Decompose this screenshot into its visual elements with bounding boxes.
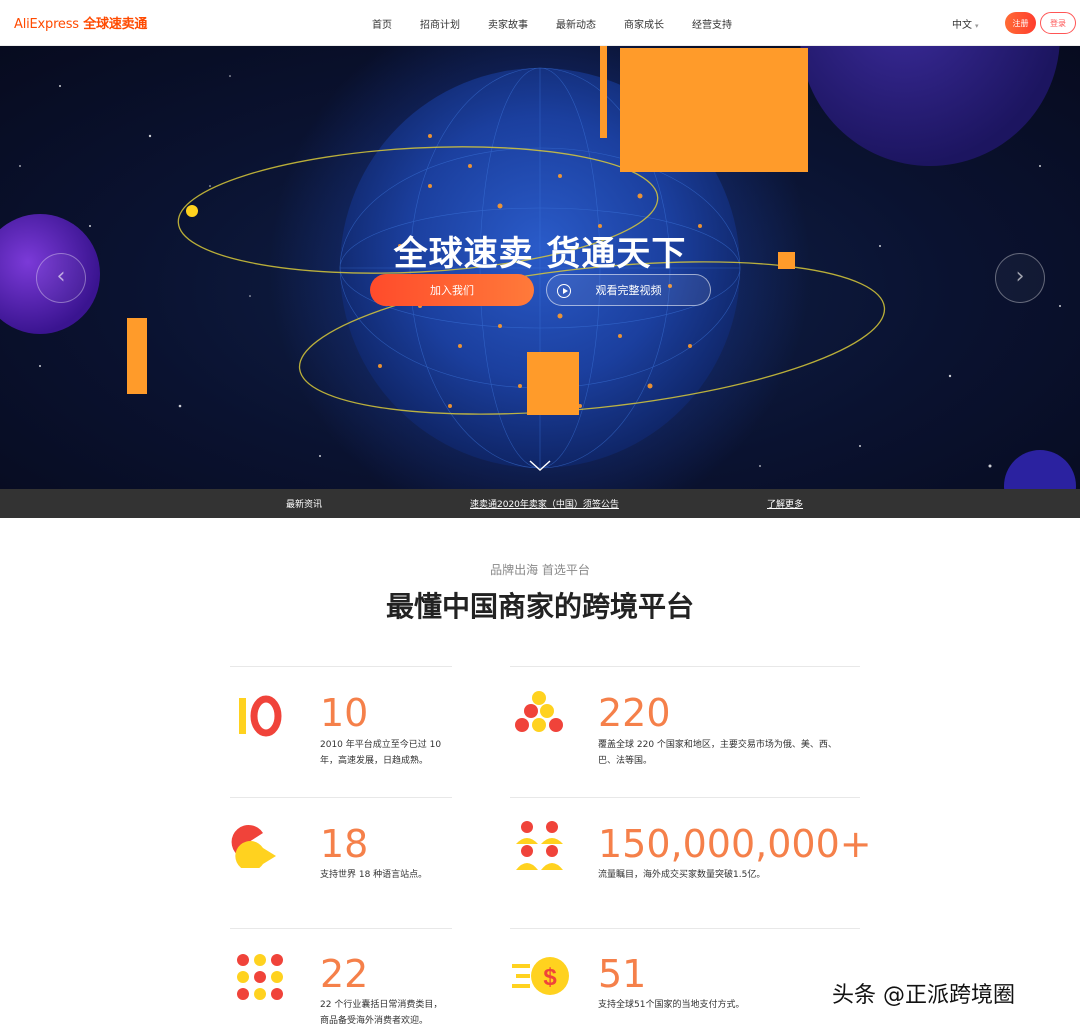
- hero-title: 全球速卖 货通天下: [393, 234, 687, 274]
- stat-description: 支持全球51个国家的当地支付方式。: [598, 1000, 745, 1010]
- nav-growth[interactable]: 商家成长: [624, 16, 664, 31]
- aliexpress-logo[interactable]: AliExpress 全球速卖通: [14, 13, 147, 32]
- stat-description: 支持世界 18 种语言站点。: [320, 870, 428, 880]
- divider: [230, 797, 452, 798]
- top-navbar: AliExpress 全球速卖通 首页 招商计划 卖家故事 最新动态 商家成长 …: [0, 0, 1080, 46]
- stat-number: 150,000,000+: [598, 822, 872, 866]
- svg-text:$: $: [543, 964, 557, 991]
- watermark: 头条 @正派跨境圈: [832, 983, 1015, 1008]
- login-button[interactable]: 登录: [1040, 12, 1076, 34]
- stat-number: 18: [320, 822, 369, 866]
- divider: [510, 797, 860, 798]
- watch-video-button[interactable]: 观看完整视频: [546, 274, 711, 306]
- divider: [510, 666, 860, 667]
- news-headline-link[interactable]: 速卖通2020年卖家（中国）须签公告: [470, 497, 619, 510]
- carousel-next-button[interactable]: ›: [995, 253, 1045, 303]
- nav-support[interactable]: 经营支持: [692, 16, 732, 31]
- stat-description: 2010 年平台成立至今已过 10 年，高速发展，日趋成熟。: [320, 740, 442, 766]
- section-title: 最懂中国商家的跨境平台: [385, 590, 694, 623]
- stat-number: 22: [320, 952, 369, 996]
- hero-banner: 全球速卖 货通天下 加入我们 观看完整视频 ‹ ›: [0, 46, 1080, 489]
- divider: [510, 928, 860, 929]
- stat-number: 10: [320, 691, 369, 735]
- nav-recruitment[interactable]: 招商计划: [420, 16, 460, 31]
- chevron-left-icon: ‹: [56, 264, 66, 289]
- years-icon: [239, 695, 282, 737]
- news-bar: 最新资讯 速卖通2020年卖家（中国）须签公告 了解更多: [0, 489, 1080, 518]
- languages-icon: [231, 825, 276, 868]
- chevron-down-icon: ▾: [975, 22, 979, 30]
- stat-number: 220: [598, 691, 671, 735]
- stat-description: 22 个行业囊括日常消费类目， 商品备受海外消费者欢迎。: [320, 1000, 443, 1026]
- nav-news[interactable]: 最新动态: [556, 16, 596, 31]
- countries-icon: [515, 691, 563, 732]
- nav-seller-stories[interactable]: 卖家故事: [488, 16, 528, 31]
- play-icon: [557, 284, 571, 298]
- news-label: 最新资讯: [286, 500, 323, 510]
- divider: [230, 666, 452, 667]
- chevron-down-icon[interactable]: [528, 459, 552, 473]
- section-subtitle: 品牌出海 首选平台: [490, 563, 590, 577]
- carousel-prev-button[interactable]: ‹: [36, 253, 86, 303]
- main-nav: 首页 招商计划 卖家故事 最新动态 商家成长 经营支持: [372, 16, 760, 31]
- divider: [230, 928, 452, 929]
- chevron-right-icon: ›: [1015, 264, 1025, 289]
- register-button[interactable]: 注册: [1005, 12, 1036, 34]
- buyers-icon: [516, 821, 563, 870]
- stat-description: 覆盖全球 220 个国家和地区，主要交易市场为俄、美、西、 巴、法等国。: [598, 740, 837, 766]
- payment-icon: $: [512, 957, 569, 995]
- learn-more-link[interactable]: 了解更多: [767, 497, 803, 510]
- language-select[interactable]: 中文 ▾: [952, 16, 979, 31]
- join-us-button[interactable]: 加入我们: [370, 274, 534, 306]
- industries-icon: [237, 954, 283, 1000]
- stat-number: 51: [598, 952, 647, 996]
- stat-description: 流量瞩目，海外成交买家数量突破1.5亿。: [598, 870, 766, 880]
- nav-home[interactable]: 首页: [372, 16, 392, 31]
